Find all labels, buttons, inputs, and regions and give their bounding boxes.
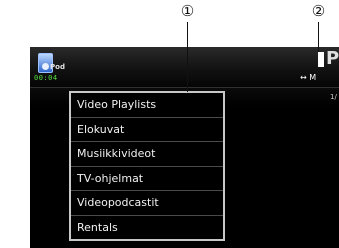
mode-toggle[interactable]: ↔ M [300,73,316,82]
menu-item-elokuvat[interactable]: Elokuvat [71,118,223,142]
panel-tab [318,52,324,67]
source-header-bar: Pod 00:04 [30,47,339,88]
page-indicator: 1/ [330,93,337,101]
callout-2: ② [311,2,326,20]
menu-item-rentals[interactable]: Rentals [71,216,223,240]
menu-item-musiikkivideot[interactable]: Musiikkivideot [71,142,223,167]
menu-item-videopodcastit[interactable]: Videopodcastit [71,191,223,216]
elapsed-time: 00:04 [34,74,58,82]
callout-1: ① [180,2,195,20]
source-label: Pod [50,63,65,71]
menu-item-tv-ohjelmat[interactable]: TV-ohjelmat [71,167,223,191]
callout-2-leader-line [318,22,319,52]
video-menu-list: Video Playlists Elokuvat Musiikkivideot … [69,91,225,241]
right-panel: P ↔ M 1/ [300,47,339,248]
callout-1-leader-line [187,22,188,92]
menu-item-video-playlists[interactable]: Video Playlists [71,93,223,118]
head-unit-screen: Pod 00:04 P ↔ M 1/ Video Playlists Eloku… [30,47,339,248]
panel-letter: P [326,48,339,69]
